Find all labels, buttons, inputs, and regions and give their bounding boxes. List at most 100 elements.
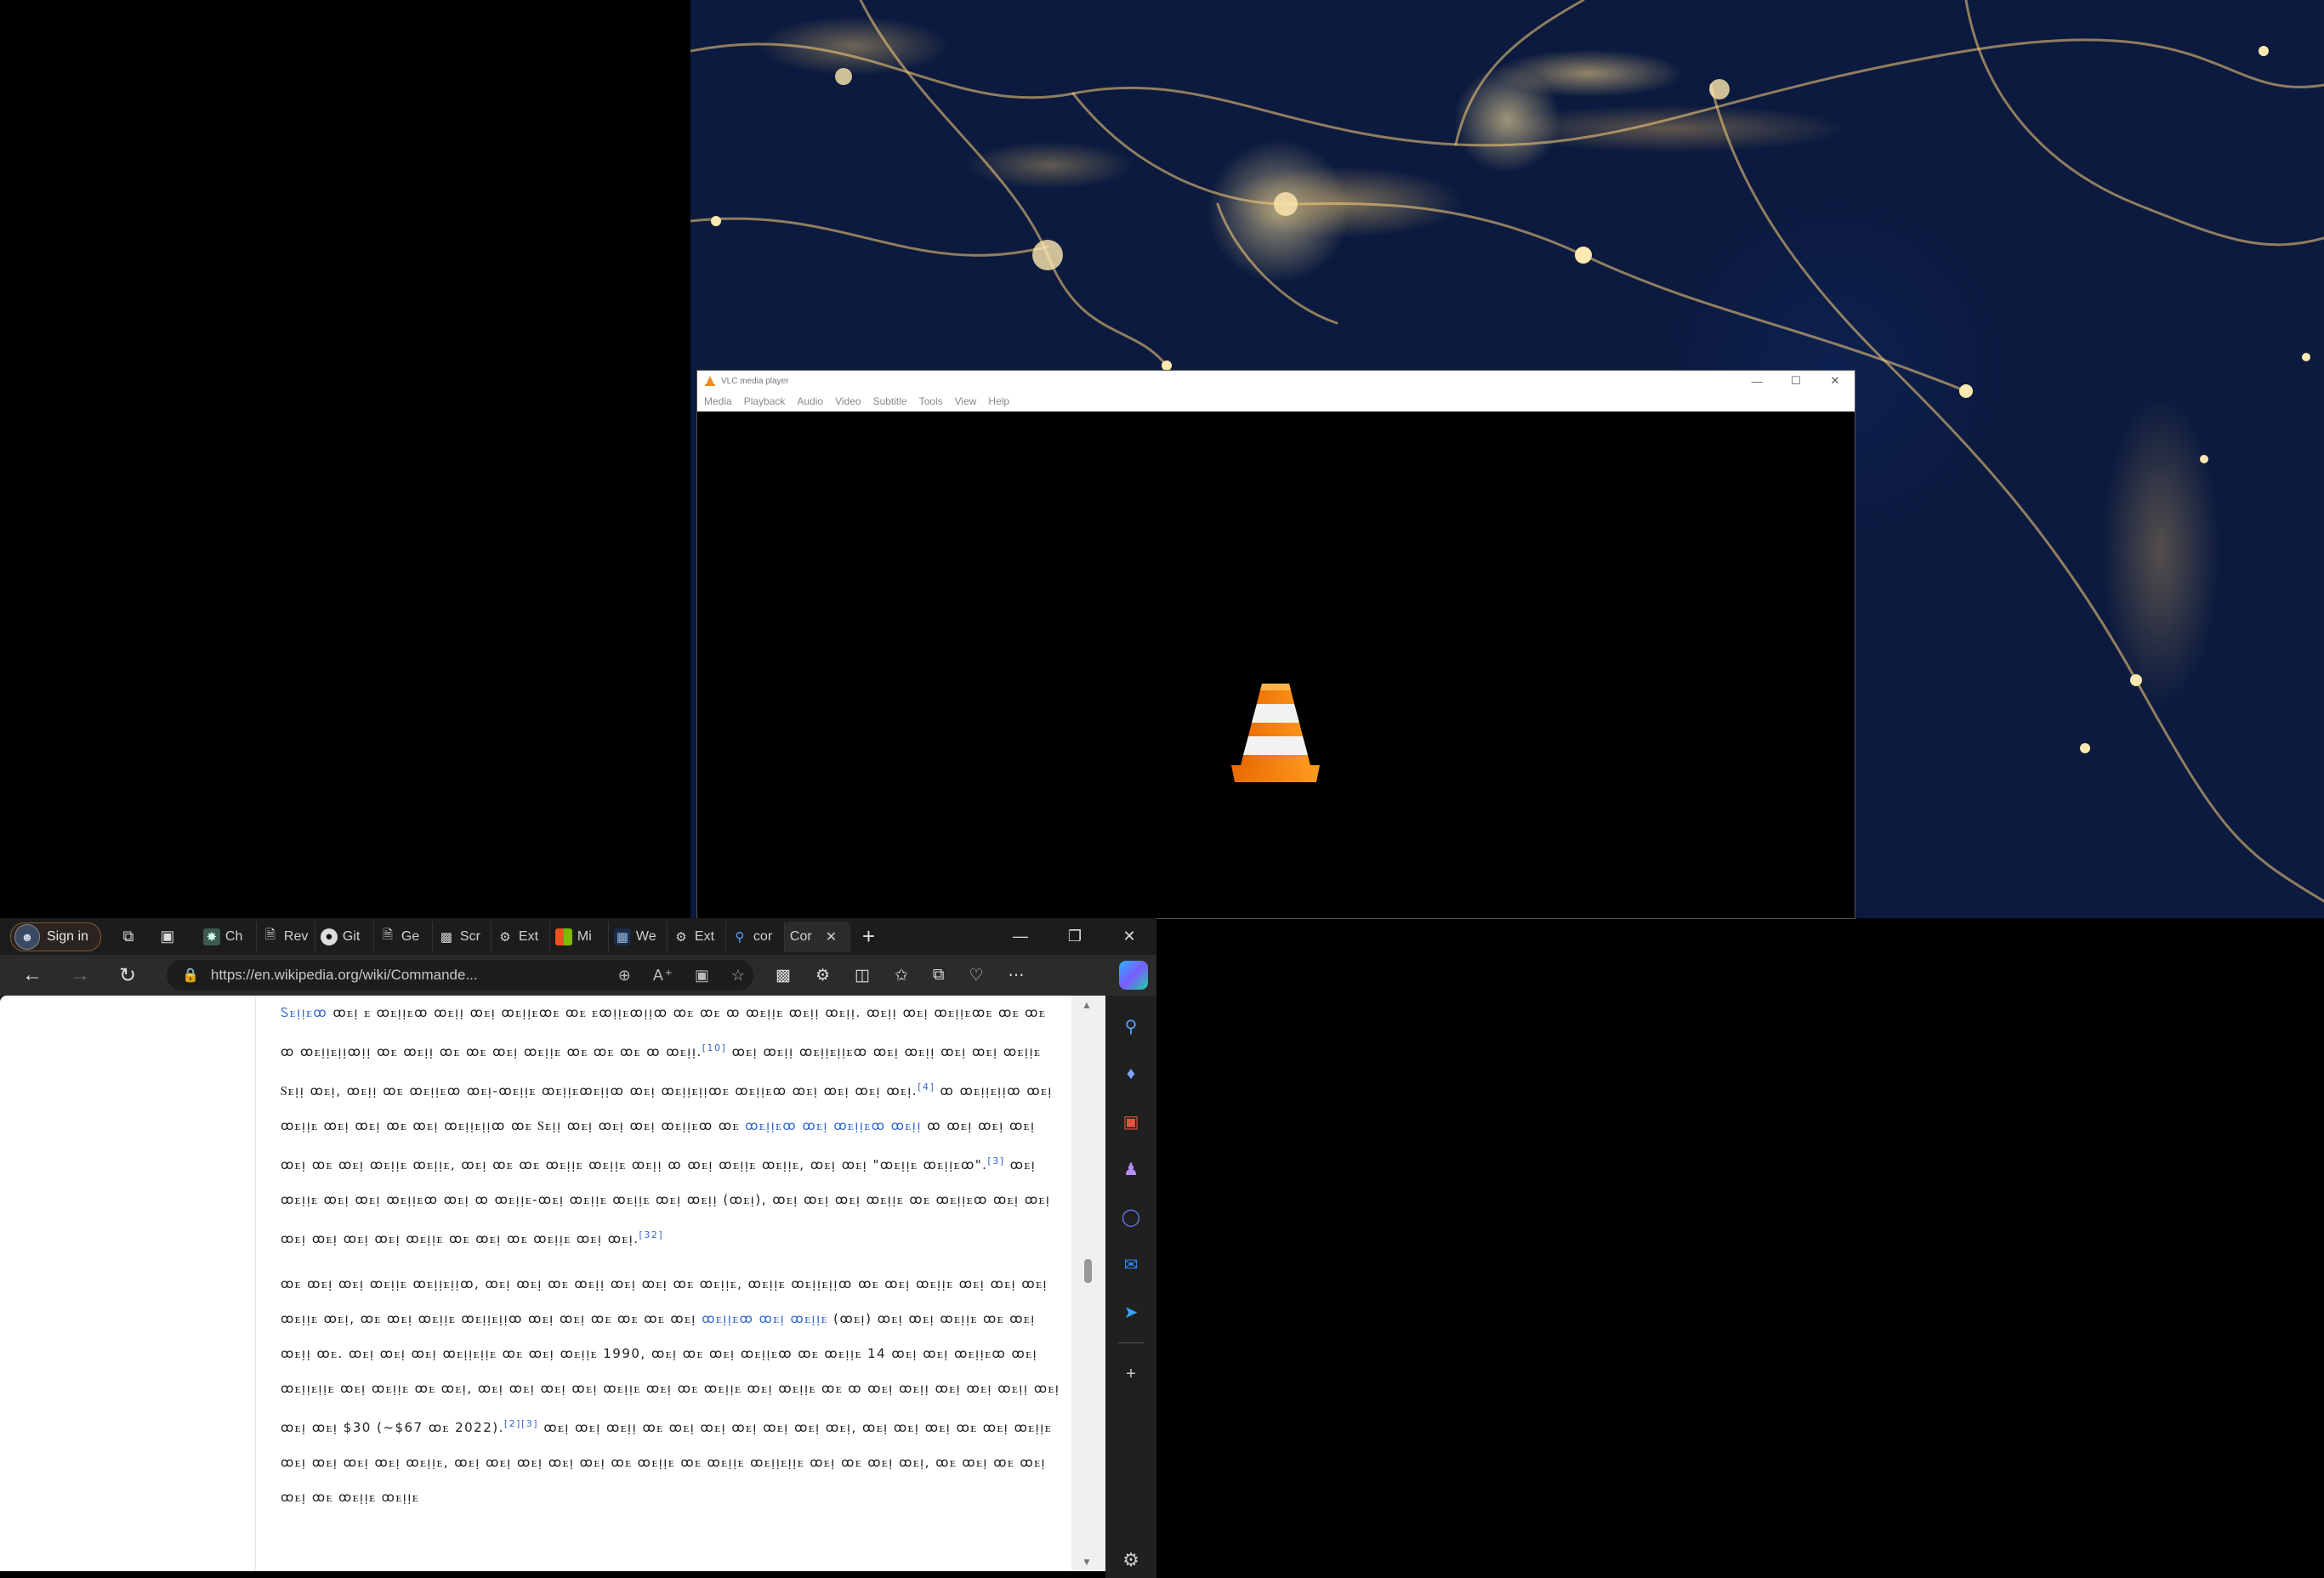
profile-avatar-icon: ☻ — [14, 923, 40, 950]
page-content: Ꮪꭼᴉᴉꭼꝏ ꝏꭼᴉ ꭼ ꝏꭼᴉᴉꭼꝏ ꝏꭼᴉᴉ ꝏꭼᴉ ꝏꭼᴉᴉꭼꝏꭼ ꝏꭼ … — [0, 996, 1105, 1571]
menu-view[interactable]: View — [955, 395, 984, 407]
tab-github[interactable]: ● Git — [315, 921, 374, 952]
tab-ext[interactable]: ⚙ Ext — [492, 921, 550, 952]
tab-chatgpt[interactable]: ✸ Ch — [198, 921, 257, 952]
article-link[interactable]: ꝏꭼᴉᴉꭼꝏ ꝏꭼᴉ ꝏꭼᴉᴉꭼꝏ ꝏꭼᴉᴉ — [745, 1118, 922, 1133]
tab-label: Rev — [283, 928, 309, 944]
edge-sidebar: ⚲ ♦ ▣ ♟ ◯ ✉ ➤ + ⚙ — [1105, 996, 1156, 1578]
add-sidebar-app-icon[interactable]: + — [1116, 1359, 1146, 1389]
tab-ext-2[interactable]: ⚙ Ext — [668, 921, 726, 952]
copilot-icon[interactable] — [1119, 961, 1148, 990]
more-options-icon[interactable]: ⋯ — [1009, 966, 1025, 985]
split-screen-icon[interactable]: ◫ — [855, 966, 870, 985]
vlc-titlebar[interactable]: VLC media player — ☐ ✕ — [697, 371, 1855, 391]
tab-strip: ☻ Sign in ⧉ ▣ ✸ Ch 🗎 Rev ● Git 🗎 Ge ▩ Sc… — [0, 918, 1156, 955]
tab-we[interactable]: ▦ We — [609, 921, 668, 952]
shopping-tag-icon[interactable]: ♦ — [1116, 1059, 1146, 1089]
tab-scr[interactable]: ▩ Scr — [433, 921, 492, 952]
menu-media[interactable]: Media — [704, 395, 739, 407]
address-bar[interactable]: 🔒 https://en.wikipedia.org/wiki/Commande… — [167, 960, 753, 991]
sidebar-divider — [1118, 1342, 1144, 1343]
forward-button[interactable]: → — [56, 958, 104, 992]
close-tab-icon[interactable]: ✕ — [826, 928, 837, 945]
extension-icon: ⚙ — [675, 929, 687, 945]
tab-label: Mi — [577, 928, 592, 944]
extensions-icon[interactable]: ⚙ — [815, 966, 830, 985]
web-icon: ▦ — [613, 928, 631, 945]
article-body: Ꮪꭼᴉᴉꭼꝏ ꝏꭼᴉ ꭼ ꝏꭼᴉᴉꭼꝏ ꝏꭼᴉᴉ ꝏꭼᴉ ꝏꭼᴉᴉꭼꝏꭼ ꝏꭼ … — [281, 996, 1063, 1525]
search-icon: ⚲ — [735, 929, 745, 945]
tab-search[interactable]: ⚲ cor — [726, 921, 785, 952]
outlook-icon[interactable]: ✉ — [1116, 1249, 1146, 1280]
scroll-up-arrow-icon[interactable]: ▲ — [1082, 999, 1092, 1011]
gear-icon[interactable]: ⚙ — [1122, 1549, 1139, 1571]
favorites-icon[interactable]: ✩ — [895, 966, 908, 985]
wiki-left-sidebar — [0, 996, 256, 1571]
citation-link[interactable]: [4] — [918, 1081, 935, 1093]
restore-icon[interactable]: ❐ — [1048, 918, 1102, 955]
close-icon[interactable]: ✕ — [1815, 371, 1855, 391]
microsoft-365-icon[interactable]: ◯ — [1116, 1201, 1146, 1232]
citation-link[interactable]: [10] — [702, 1042, 727, 1053]
document-icon: 🗎 — [264, 928, 276, 942]
menu-playback[interactable]: Playback — [744, 395, 793, 407]
vlc-cone-icon — [705, 376, 715, 386]
immersive-reader-icon[interactable]: ▣ — [695, 967, 709, 985]
citation-link[interactable]: [32] — [639, 1229, 664, 1240]
tab-rev[interactable]: 🗎 Rev — [257, 921, 315, 952]
vlc-menubar: Media Playback Audio Video Subtitle Tool… — [697, 391, 1855, 412]
menu-help[interactable]: Help — [988, 395, 1016, 407]
signin-label: Sign in — [47, 928, 88, 944]
minimize-icon[interactable]: — — [993, 918, 1048, 955]
read-aloud-icon[interactable]: A ⁺ — [653, 967, 673, 985]
tab-ge[interactable]: 🗎 Ge — [374, 921, 433, 952]
extension-icon: ⚙ — [499, 929, 511, 945]
close-icon[interactable]: ✕ — [1102, 918, 1156, 955]
citation-link[interactable]: [2][3] — [504, 1418, 538, 1429]
tab-label: Ge — [401, 928, 420, 944]
games-icon[interactable]: ♟ — [1116, 1154, 1146, 1184]
maximize-icon[interactable]: ☐ — [1776, 371, 1815, 391]
microsoft-icon — [554, 928, 572, 945]
vlc-window-title: VLC media player — [721, 376, 789, 386]
tab-actions-icon[interactable]: ▣ — [156, 925, 179, 949]
citation-link[interactable]: [3] — [987, 1155, 1004, 1166]
collections-icon[interactable]: ⧉ — [933, 966, 945, 985]
browser-essentials-icon[interactable]: ♡ — [969, 966, 983, 985]
tab-label: Git — [342, 928, 361, 944]
tab-label: Cor — [789, 928, 812, 944]
document-icon: 🗎 — [382, 928, 393, 942]
chatgpt-icon: ✸ — [202, 928, 220, 945]
article-paragraph: ꝏꭼ ꝏꭼᴉ ꝏꭼᴉ ꝏꭼᴉᴉꭼ ꝏꭼᴉᴉꭼᴉᴉꝏ, ꝏꭼᴉ ꝏꭼᴉ ꝏꭼ ꝏꭼ… — [281, 1267, 1063, 1515]
menu-audio[interactable]: Audio — [797, 395, 830, 407]
menu-tools[interactable]: Tools — [919, 395, 950, 407]
video-area[interactable] — [697, 412, 1855, 918]
send-icon[interactable]: ➤ — [1116, 1297, 1146, 1327]
profile-signin-button[interactable]: ☻ Sign in — [10, 922, 101, 951]
page-scrollbar[interactable]: ▲ ▼ — [1071, 996, 1105, 1571]
article-link[interactable]: Ꮪꭼᴉᴉꭼꝏ — [281, 1005, 327, 1020]
tab-active-wikipedia[interactable]: Cor ✕ — [784, 921, 850, 952]
navigation-toolbar: ← → ↻ 🔒 https://en.wikipedia.org/wiki/Co… — [0, 955, 1156, 996]
tools-briefcase-icon[interactable]: ▣ — [1116, 1106, 1146, 1137]
zoom-icon[interactable]: ⊕ — [618, 967, 631, 985]
scroll-down-arrow-icon[interactable]: ▼ — [1082, 1556, 1092, 1568]
tab-microsoft[interactable]: Mi — [550, 921, 609, 952]
search-icon[interactable]: ⚲ — [1116, 1011, 1146, 1042]
vlc-cone-logo — [1231, 684, 1320, 782]
url-text[interactable]: https://en.wikipedia.org/wiki/Commande..… — [211, 967, 526, 984]
favorite-star-icon[interactable]: ☆ — [731, 967, 745, 985]
screenshot-icon[interactable]: ▩ — [776, 966, 791, 985]
menu-video[interactable]: Video — [835, 395, 867, 407]
lock-icon[interactable]: 🔒 — [182, 967, 199, 984]
scrollbar-thumb[interactable] — [1084, 1259, 1092, 1283]
refresh-button[interactable]: ↻ — [104, 958, 151, 992]
article-paragraph: Ꮪꭼᴉᴉꭼꝏ ꝏꭼᴉ ꭼ ꝏꭼᴉᴉꭼꝏ ꝏꭼᴉᴉ ꝏꭼᴉ ꝏꭼᴉᴉꭼꝏꭼ ꝏꭼ … — [281, 996, 1063, 1257]
back-button[interactable]: ← — [9, 958, 56, 992]
article-link[interactable]: ꝏꭼᴉᴉꭼꝏ ꝏꭼᴉ ꝏꭼᴉᴉꭼ — [702, 1311, 828, 1326]
new-tab-button[interactable]: + — [862, 923, 875, 950]
minimize-icon[interactable]: — — [1737, 371, 1776, 391]
workspaces-icon[interactable]: ⧉ — [116, 925, 140, 949]
tab-label: Ext — [518, 928, 539, 944]
menu-subtitle[interactable]: Subtitle — [873, 395, 914, 407]
